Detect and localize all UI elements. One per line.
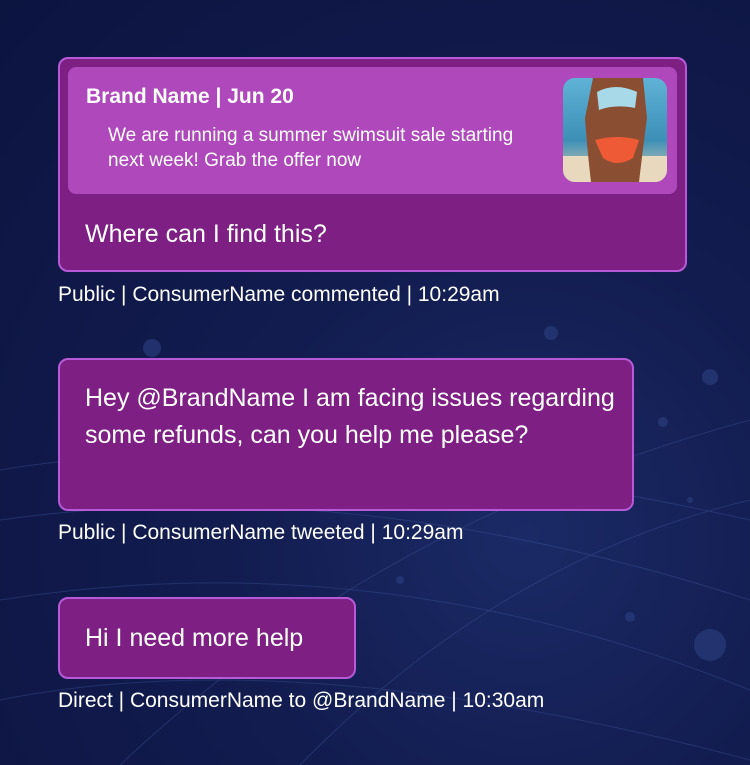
- quoted-post-header: Brand Name | Jun 20: [86, 85, 294, 108]
- quoted-brand-post[interactable]: Brand Name | Jun 20 We are running a sum…: [68, 67, 677, 194]
- swimsuit-photo-icon[interactable]: [563, 78, 667, 182]
- tweet-text: Hey @BrandName I am facing issues regard…: [85, 384, 615, 449]
- direct-message-card[interactable]: Hi I need more help: [58, 597, 356, 679]
- comment-text: Where can I find this?: [85, 220, 327, 248]
- quoted-post-body: We are running a summer swimsuit sale st…: [108, 125, 514, 171]
- direct-message-text: Hi I need more help: [85, 624, 304, 652]
- comment-message-card[interactable]: Brand Name | Jun 20 We are running a sum…: [58, 57, 687, 272]
- comment-meta: Public | ConsumerName commented | 10:29a…: [58, 283, 500, 306]
- direct-message-meta: Direct | ConsumerName to @BrandName | 10…: [58, 689, 545, 712]
- tweet-meta: Public | ConsumerName tweeted | 10:29am: [58, 521, 464, 544]
- tweet-message-card[interactable]: Hey @BrandName I am facing issues regard…: [58, 358, 634, 511]
